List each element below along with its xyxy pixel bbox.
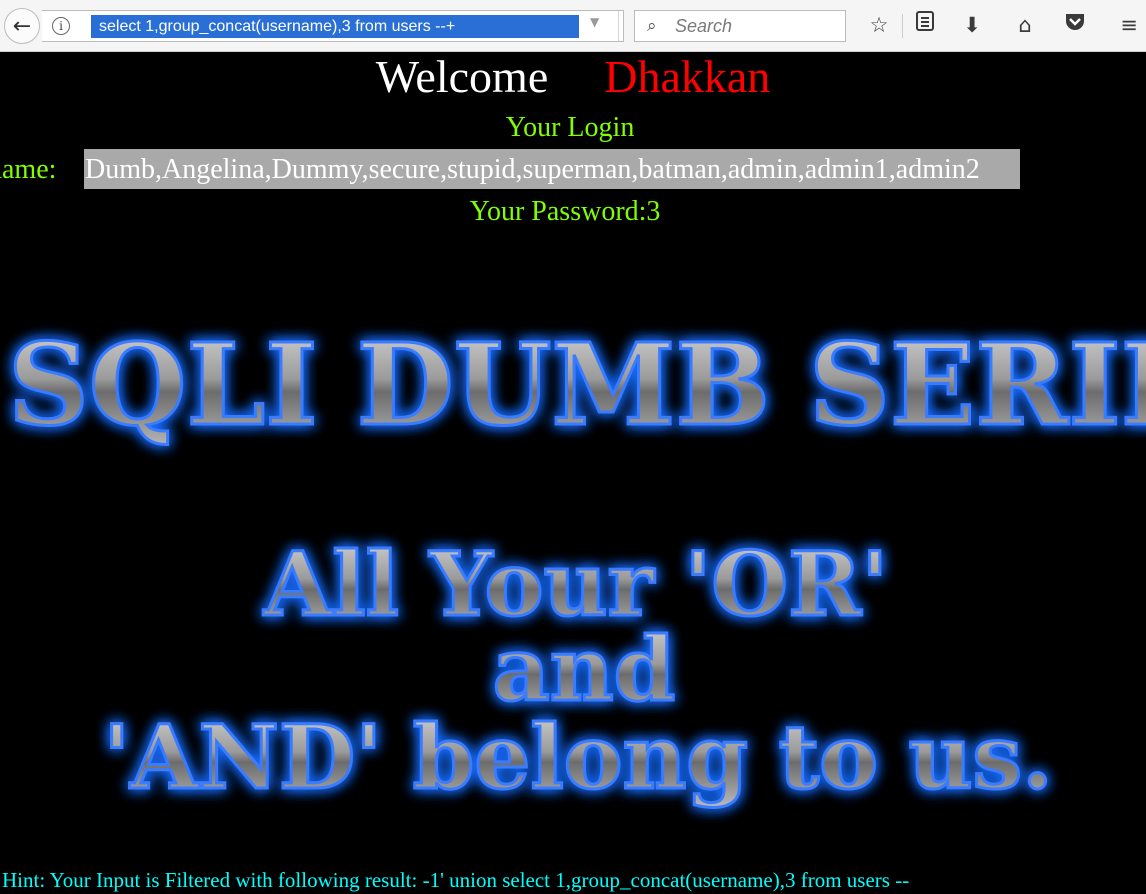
login-heading: Your Login: [505, 112, 635, 143]
dropdown-arrow-icon[interactable]: ▼: [590, 15, 599, 29]
back-arrow-icon[interactable]: ←: [4, 8, 40, 44]
username-list: Dumb,Angelina,Dummy,secure,stupid,superm…: [84, 149, 1020, 189]
welcome-heading: Welcome Dhakkan: [0, 50, 1146, 103]
search-icon: ⌕: [647, 16, 657, 36]
toolbar-divider: [902, 14, 903, 38]
hint-text: Hint: Your Input is Filtered with follow…: [2, 868, 910, 892]
name-label: name:: [0, 154, 57, 185]
banner-line-belong: 'AND' belong to us.: [103, 705, 1052, 809]
welcome-text: Welcome: [375, 51, 549, 102]
url-input[interactable]: select 1,group_concat(username),3 from u…: [91, 15, 579, 38]
home-icon[interactable]: ⌂: [1010, 10, 1040, 40]
user-name: Dhakkan: [604, 51, 771, 102]
menu-icon[interactable]: ≡: [1114, 10, 1144, 40]
search-input[interactable]: Search: [675, 16, 732, 37]
sqli-banner-image: SQLI DUMB SERIES All Your 'OR' and 'AND'…: [7, 319, 1146, 811]
banner-title: SQLI DUMB SERIES: [8, 320, 1146, 451]
pocket-icon[interactable]: [1060, 10, 1090, 40]
search-bar[interactable]: ⌕ Search: [634, 10, 846, 42]
password-text: Your Password:3: [469, 196, 661, 227]
reading-list-icon[interactable]: [910, 10, 940, 40]
info-icon[interactable]: i: [52, 17, 70, 35]
download-icon[interactable]: ⬇: [957, 10, 987, 40]
browser-toolbar: ← i select 1,group_concat(username),3 fr…: [0, 0, 1146, 52]
url-bar[interactable]: i select 1,group_concat(username),3 from…: [42, 10, 649, 42]
bookmark-star-icon[interactable]: ☆: [864, 10, 894, 40]
username-result-line: name: Dumb,Angelina,Dummy,secure,stupid,…: [0, 149, 1146, 191]
